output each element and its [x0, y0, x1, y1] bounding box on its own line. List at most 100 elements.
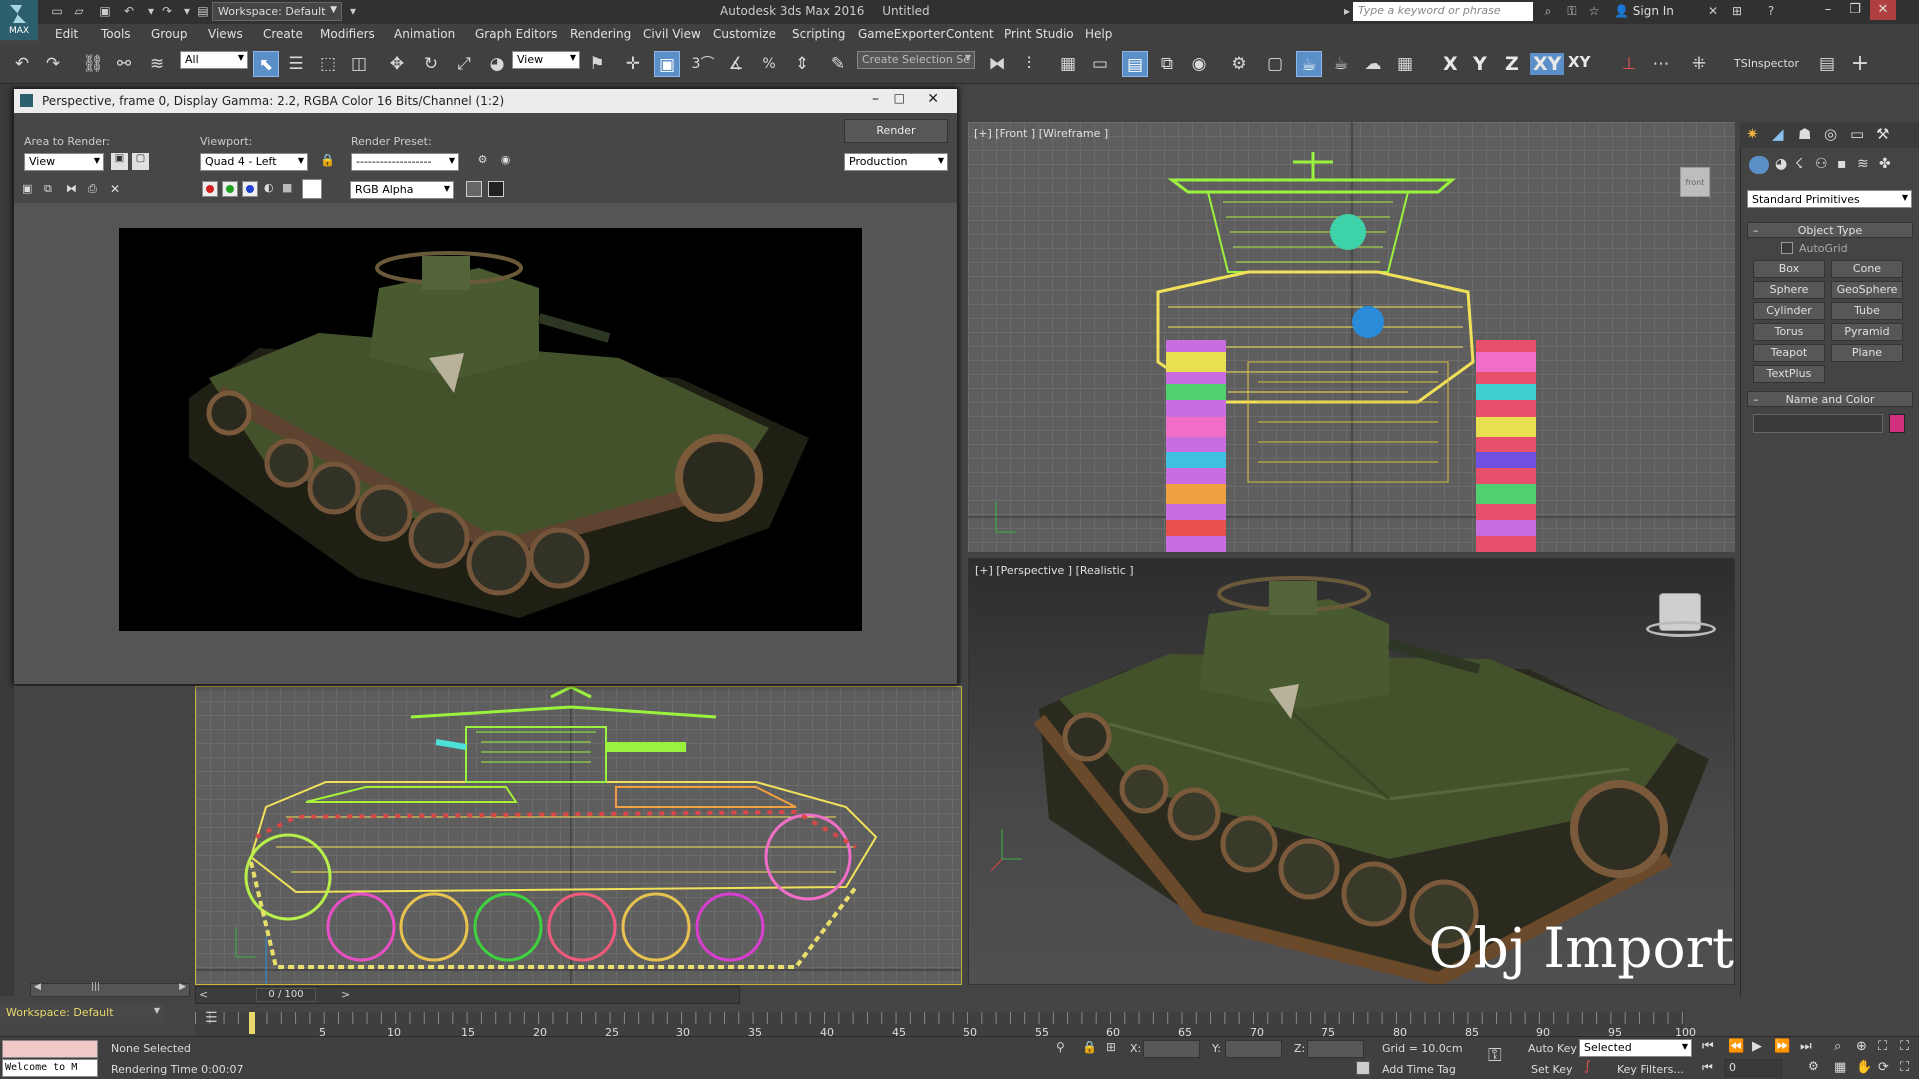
cameras-category-icon[interactable]: ⚇: [1815, 156, 1828, 172]
render-button[interactable]: Render: [844, 119, 948, 143]
time-slider-prev-icon[interactable]: <: [199, 988, 208, 1001]
select-object-icon[interactable]: ⬉: [253, 51, 279, 77]
torus-button[interactable]: Torus: [1753, 323, 1825, 341]
systems-category-icon[interactable]: ✤: [1879, 156, 1891, 172]
key-mode-toggle-icon[interactable]: ⏮: [1702, 1060, 1713, 1075]
render-iterative-icon[interactable]: ☕: [1328, 51, 1354, 77]
primitive-category-dropdown[interactable]: Standard Primitives ▼: [1747, 190, 1912, 208]
selection-lock-icon[interactable]: 🔒: [1082, 1040, 1097, 1054]
tsinspector-button[interactable]: TSInspector: [1734, 57, 1799, 70]
lights-category-icon[interactable]: ☇: [1795, 156, 1803, 172]
name-and-color-rollout-header[interactable]: – Name and Color: [1747, 391, 1913, 407]
save-file-icon[interactable]: ▣: [96, 3, 114, 20]
keyboard-shortcut-override-icon[interactable]: ▣: [654, 51, 680, 77]
edit-region-icon[interactable]: ▣: [111, 153, 128, 170]
plane-button[interactable]: Plane: [1831, 344, 1903, 362]
render-window-maximize-button[interactable]: □: [894, 91, 905, 105]
render-preset-dropdown[interactable]: ------------------- ▼: [351, 153, 459, 171]
angle-snap-icon[interactable]: ∡: [723, 51, 749, 77]
render-to-texture-icon[interactable]: ▦: [1392, 51, 1418, 77]
new-file-icon[interactable]: ▭: [48, 3, 66, 20]
scroll-left-icon[interactable]: ◀: [34, 982, 41, 992]
zoom-all-icon[interactable]: ⊕: [1856, 1039, 1867, 1054]
menu-help[interactable]: Help: [1085, 27, 1112, 41]
key-mode-dropdown[interactable]: Selected ▼: [1579, 1039, 1692, 1057]
curve-key-icon[interactable]: ∫: [1584, 1059, 1591, 1074]
modify-tab-icon[interactable]: ◢: [1772, 125, 1784, 143]
axis-xy-button[interactable]: XY: [1530, 53, 1565, 75]
viewcube-ring[interactable]: [1646, 621, 1716, 637]
zoom-icon[interactable]: ⌕: [1834, 1039, 1841, 1054]
favorites-star-icon[interactable]: ☆: [1585, 3, 1603, 20]
time-slider-thumb[interactable]: 0 / 100: [256, 988, 316, 1002]
y-coordinate-input[interactable]: [1225, 1040, 1282, 1058]
workspace-dropdown[interactable]: Workspace: Default ▼: [212, 2, 342, 21]
curve-editor-icon[interactable]: ▤: [1122, 51, 1148, 77]
environment-effects-icon[interactable]: ◉: [497, 153, 514, 170]
open-file-icon[interactable]: ▱: [70, 3, 88, 20]
key-filters-button[interactable]: Key Filters...: [1617, 1063, 1684, 1076]
spinner-snap-icon[interactable]: ⇕: [789, 51, 815, 77]
menu-print-studio[interactable]: Print Studio: [1004, 27, 1074, 41]
menu-rendering[interactable]: Rendering: [570, 27, 631, 41]
toggle-ui-overlay-icon[interactable]: [466, 181, 482, 197]
undo-icon[interactable]: ↶: [9, 51, 35, 77]
hierarchy-tab-icon[interactable]: ☗: [1798, 125, 1811, 143]
select-and-move-icon[interactable]: ✥: [384, 51, 410, 77]
object-name-input[interactable]: [1753, 414, 1883, 433]
zoom-extents-icon[interactable]: ⛶: [1878, 1039, 1887, 1054]
menu-modifiers[interactable]: Modifiers: [320, 27, 375, 41]
motion-tab-icon[interactable]: ◎: [1824, 125, 1837, 143]
percent-snap-icon[interactable]: %: [756, 51, 782, 77]
x-coordinate-input[interactable]: [1143, 1040, 1200, 1058]
time-tag-icon[interactable]: [1356, 1061, 1370, 1075]
time-configuration-icon[interactable]: ⚙: [1808, 1059, 1819, 1073]
background-color-swatch[interactable]: [302, 179, 322, 199]
reference-coordinate-dropdown[interactable]: View ▼: [512, 51, 580, 69]
render-window-minimize-button[interactable]: –: [872, 91, 879, 107]
maxscript-mini-listener[interactable]: Welcome to M: [2, 1059, 98, 1077]
display-tab-icon[interactable]: ▭: [1850, 125, 1864, 143]
axis-z-button[interactable]: Z: [1505, 53, 1519, 75]
redo-icon[interactable]: ↷: [40, 51, 66, 77]
menu-animation[interactable]: Animation: [394, 27, 455, 41]
sign-in-button[interactable]: 👤 Sign In: [1614, 4, 1674, 18]
print-image-icon[interactable]: ⎙: [88, 182, 104, 198]
sphere-button[interactable]: Sphere: [1753, 281, 1825, 299]
lock-viewport-icon[interactable]: 🔒: [319, 153, 336, 170]
rendered-frame-window-icon[interactable]: ▢: [1262, 51, 1288, 77]
red-channel-toggle[interactable]: [202, 181, 218, 197]
shapes-category-icon[interactable]: ◕: [1775, 156, 1787, 172]
copy-image-icon[interactable]: ⧉: [44, 182, 60, 198]
select-and-rotate-icon[interactable]: ↻: [418, 51, 444, 77]
toggle-ribbon-icon[interactable]: ▭: [1087, 51, 1113, 77]
clone-frame-window-icon[interactable]: ⧓: [66, 182, 82, 198]
rectangular-selection-icon[interactable]: ⬚: [315, 51, 341, 77]
named-selection-sets-dropdown[interactable]: Create Selection Se ▼: [857, 51, 975, 69]
toolbar-panel-icon[interactable]: ▤: [1814, 51, 1840, 77]
mini-curve-editor-icon[interactable]: ☰: [205, 1010, 229, 1028]
viewport-perspective-realistic[interactable]: [+] [Perspective ] [Realistic ] Obj Impo…: [968, 558, 1735, 985]
create-tab-icon[interactable]: ✷: [1746, 125, 1759, 143]
scene-explorer-scrollbar[interactable]: ◀ ||| ▶: [30, 982, 190, 997]
menu-customize[interactable]: Customize: [713, 27, 776, 41]
maximize-viewport-toggle-icon[interactable]: ⛶: [1900, 1060, 1909, 1075]
pan-view-icon[interactable]: ✋: [1856, 1060, 1872, 1075]
monochrome-icon[interactable]: ■: [282, 181, 296, 197]
zoom-extents-all-icon[interactable]: ⛶: [1900, 1039, 1909, 1054]
utilities-tab-icon[interactable]: ⚒: [1876, 125, 1889, 143]
render-in-cloud-icon[interactable]: ☁: [1360, 51, 1386, 77]
object-color-swatch[interactable]: [1889, 414, 1905, 433]
menu-gameexporter[interactable]: GameExporter: [858, 27, 945, 41]
current-frame-input[interactable]: 0: [1724, 1059, 1782, 1077]
cone-button[interactable]: Cone: [1831, 260, 1903, 278]
mirror-icon[interactable]: ⧓: [984, 51, 1010, 77]
tube-button[interactable]: Tube: [1831, 302, 1903, 320]
add-toolbar-icon[interactable]: +: [1847, 51, 1873, 77]
align-icon[interactable]: ⫶: [1016, 51, 1042, 77]
geometry-category-icon[interactable]: [1749, 156, 1769, 174]
viewport-front-wireframe[interactable]: [+] [Front ] [Wireframe ] front: [968, 122, 1735, 552]
render-window-close-button[interactable]: ✕: [927, 91, 939, 107]
toggle-ui-icon[interactable]: [488, 181, 504, 197]
clear-icon[interactable]: ✕: [110, 182, 126, 198]
